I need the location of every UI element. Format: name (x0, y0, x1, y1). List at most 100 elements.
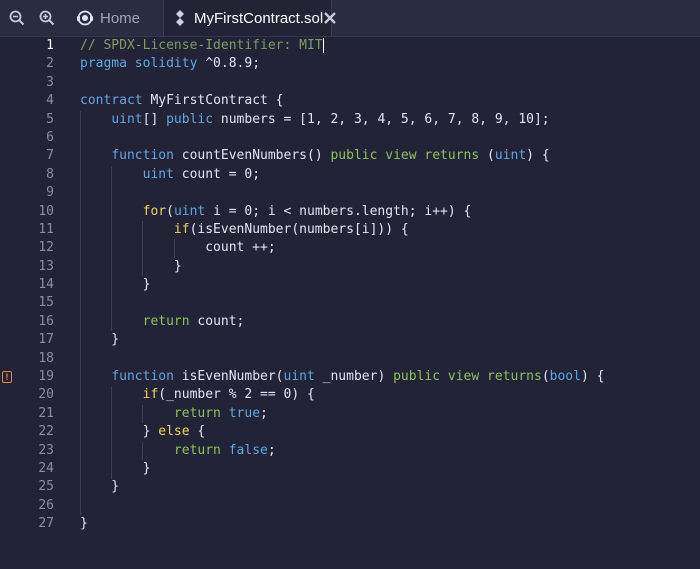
code-token: _number) (314, 369, 394, 385)
line-number: 24 (38, 460, 54, 476)
code-line[interactable]: } (80, 258, 700, 276)
code-line[interactable]: } (80, 515, 700, 533)
code-line[interactable]: } (80, 460, 700, 478)
code-line[interactable] (80, 74, 700, 92)
code-token: isEvenNumber( (173, 369, 284, 385)
line-number: 7 (46, 148, 54, 164)
zoom-in-icon[interactable] (38, 9, 56, 27)
code-line[interactable]: uint[] public numbers = [1, 2, 3, 4, 5, … (80, 111, 700, 129)
code-line[interactable]: for(uint i = 0; i < numbers.length; i++)… (80, 203, 700, 221)
close-icon[interactable] (323, 11, 337, 25)
code-token: public (166, 111, 214, 127)
warning-icon[interactable]: ! (2, 371, 12, 384)
line-number: 20 (38, 387, 54, 403)
code-line[interactable]: return count; (80, 313, 700, 331)
line-number: 4 (46, 93, 54, 109)
code-editor[interactable]: 1 2 3 4 5 6 7 8 9 10 11 12 13 14 15 16 17 18 19 20 21 22 23 24 2… (0, 37, 700, 569)
remix-home-icon (76, 9, 94, 27)
line-number: 5 (46, 111, 54, 127)
code-token: (_number % 2 == 0) { (158, 387, 315, 403)
code-line[interactable] (80, 129, 700, 147)
line-number: 13 (38, 258, 54, 274)
zoom-out-icon[interactable] (8, 9, 26, 27)
code-token: uint (173, 203, 206, 219)
code-line[interactable] (80, 350, 700, 368)
tab-myfirstcontract[interactable]: MyFirstContract.sol (164, 0, 337, 36)
code-token: // SPDX-License-Identifier: MIT (80, 38, 323, 53)
code-token: ( (166, 203, 174, 219)
tab-file-label: MyFirstContract.sol (194, 9, 324, 27)
code-line[interactable]: return true; (80, 405, 700, 423)
code-line[interactable]: uint count = 0; (80, 166, 700, 184)
code-line[interactable]: // SPDX-License-Identifier: MIT (80, 37, 700, 55)
line-number: 17 (38, 332, 54, 348)
code-token: return (173, 405, 221, 421)
code-line[interactable]: function isEvenNumber(uint _number) publ… (80, 368, 700, 386)
line-number: 14 (38, 277, 54, 293)
code-token: countEvenNumbers() (173, 148, 331, 164)
code-line[interactable]: function countEvenNumbers() public view … (80, 147, 700, 165)
code-line[interactable]: } (80, 478, 700, 496)
line-number: 12 (38, 240, 54, 256)
code-token: function (111, 148, 174, 164)
code-line[interactable]: contract MyFirstContract { (80, 92, 700, 110)
code-line[interactable] (80, 294, 700, 312)
indent-guide (142, 441, 144, 461)
code-line[interactable]: } (80, 276, 700, 294)
code-token: return (142, 313, 190, 329)
indent-guide (173, 239, 175, 258)
indent-guide (111, 165, 113, 332)
line-number: 6 (46, 129, 54, 145)
line-number: 18 (38, 350, 54, 366)
code-token: return (173, 442, 221, 458)
line-number: 8 (46, 166, 54, 182)
code-token: [] (142, 111, 167, 127)
line-number: 11 (38, 221, 54, 237)
code-line[interactable] (80, 497, 700, 515)
indent-guide (111, 386, 113, 479)
code-line[interactable]: if(_number % 2 == 0) { (80, 386, 700, 404)
code-token: uint (111, 111, 143, 127)
code-token: (isEvenNumber(numbers[i])) { (189, 221, 409, 237)
line-number: 1 (46, 38, 54, 53)
code-token: ) { (526, 148, 550, 164)
code-token: if (173, 221, 190, 237)
code-token: } (80, 516, 88, 532)
code-token: count = 0; (173, 166, 261, 182)
code-token: ^0.8.9; (197, 56, 261, 72)
code-token: ; (260, 405, 268, 421)
line-number: 15 (38, 295, 54, 311)
code-token: count; (189, 313, 245, 329)
code-token: uint (283, 369, 315, 385)
line-number: 16 (38, 313, 54, 329)
solidity-file-icon (174, 10, 186, 26)
code-line[interactable]: } (80, 331, 700, 349)
code-token: count ++; (80, 240, 276, 256)
code-token: pragma solidity (80, 56, 198, 72)
code-token: ; (267, 442, 276, 458)
code-line[interactable]: if(isEvenNumber(numbers[i])) { (80, 221, 700, 239)
code-token: if (142, 387, 159, 403)
code-token: true (228, 405, 261, 421)
code-token: } (80, 460, 151, 476)
code-token: { (189, 424, 206, 440)
code-line[interactable]: return false; (80, 442, 700, 460)
code-token: uint (494, 148, 527, 164)
code-token: } (80, 424, 159, 440)
code-line[interactable]: pragma solidity ^0.8.9; (80, 55, 700, 73)
code-token: public view returns (393, 369, 542, 385)
code-area[interactable]: // SPDX-License-Identifier: MIT pragma so… (80, 37, 700, 534)
code-token: ( (479, 148, 495, 164)
tab-home[interactable]: Home (66, 0, 164, 36)
code-line[interactable]: } else { (80, 423, 700, 441)
code-line[interactable] (80, 184, 700, 202)
code-token: } (80, 332, 120, 348)
indent-guide (142, 405, 144, 424)
